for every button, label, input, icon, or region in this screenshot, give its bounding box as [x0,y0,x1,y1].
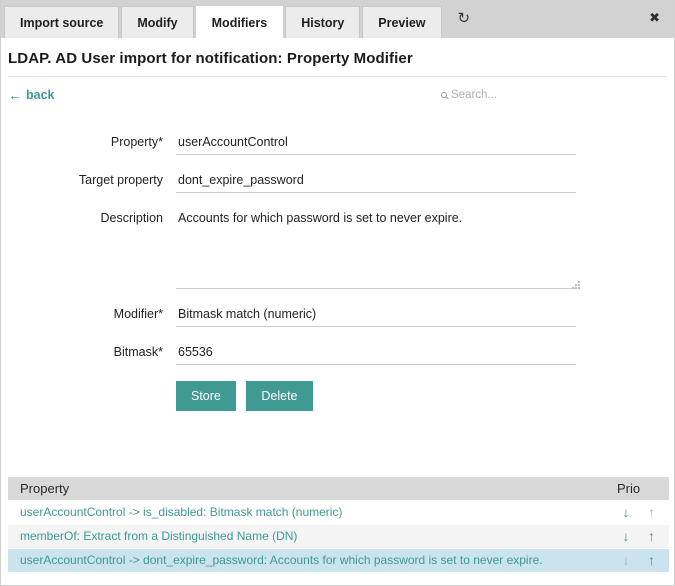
move-up-icon[interactable]: ↑ [640,552,662,568]
table-row: userAccountControl -> is_disabled: Bitma… [8,500,669,524]
content-area: LDAP. AD User import for notification: P… [1,38,674,585]
refresh-icon[interactable]: ↻ [458,11,471,26]
form-row-modifier: Modifier* [8,305,667,327]
title-divider [8,76,667,77]
table-header-row: Property Prio [8,477,669,500]
table-row: userAccountControl -> dont_expire_passwo… [8,548,669,572]
modifier-table: Property Prio userAccountControl -> is_d… [8,477,669,572]
form-row-property: Property* [8,133,667,155]
form-row-bitmask: Bitmask* [8,343,667,365]
page-title: LDAP. AD User import for notification: P… [8,50,667,67]
search-wrap [441,89,571,101]
back-label: back [26,88,55,102]
property-input[interactable] [176,133,576,155]
tab-modify[interactable]: Modify [121,6,193,38]
modifier-row-link[interactable]: memberOf: Extract from a Distinguished N… [20,529,297,543]
tab-preview[interactable]: Preview [362,6,441,38]
column-header-prio: Prio [607,477,669,500]
modifier-input[interactable] [176,305,576,327]
form-row-description: Description Accounts for which password … [8,209,667,289]
modifier-panel: Import source Modify Modifiers History P… [0,0,675,586]
form-row-target-property: Target property [8,171,667,193]
search-input[interactable] [451,89,571,101]
close-icon[interactable]: ✖ [649,11,660,24]
move-up-icon: ↑ [640,504,662,520]
move-down-icon[interactable]: ↓ [615,528,637,544]
back-link[interactable]: ← back [8,87,55,103]
resize-grip-icon[interactable] [572,281,574,283]
delete-button[interactable]: Delete [246,381,312,411]
tab-import-source[interactable]: Import source [4,6,119,38]
tab-modifiers[interactable]: Modifiers [196,6,284,38]
target-property-input[interactable] [176,171,576,193]
property-label: Property* [8,133,163,155]
target-property-label: Target property [8,171,163,193]
column-header-property: Property [8,477,607,500]
modifier-row-link[interactable]: userAccountControl -> is_disabled: Bitma… [20,505,342,519]
table-row: memberOf: Extract from a Distinguished N… [8,524,669,548]
modifier-row-link[interactable]: userAccountControl -> dont_expire_passwo… [20,553,543,567]
move-up-icon[interactable]: ↑ [640,528,662,544]
tab-history[interactable]: History [285,6,360,38]
search-icon [441,92,447,98]
modifier-label: Modifier* [8,305,163,327]
modifier-form: Property* Target property Description Ac… [8,133,667,411]
tab-bar: Import source Modify Modifiers History P… [1,0,674,38]
back-row: ← back [8,83,667,107]
description-label: Description [8,209,163,289]
bitmask-input[interactable] [176,343,576,365]
store-button[interactable]: Store [176,381,236,411]
back-arrow-icon: ← [8,87,22,103]
move-down-icon[interactable]: ↓ [615,504,637,520]
bitmask-label: Bitmask* [8,343,163,365]
button-row: Store Delete [176,381,667,411]
move-down-icon: ↓ [615,552,637,568]
description-textarea[interactable]: Accounts for which password is set to ne… [176,209,576,289]
